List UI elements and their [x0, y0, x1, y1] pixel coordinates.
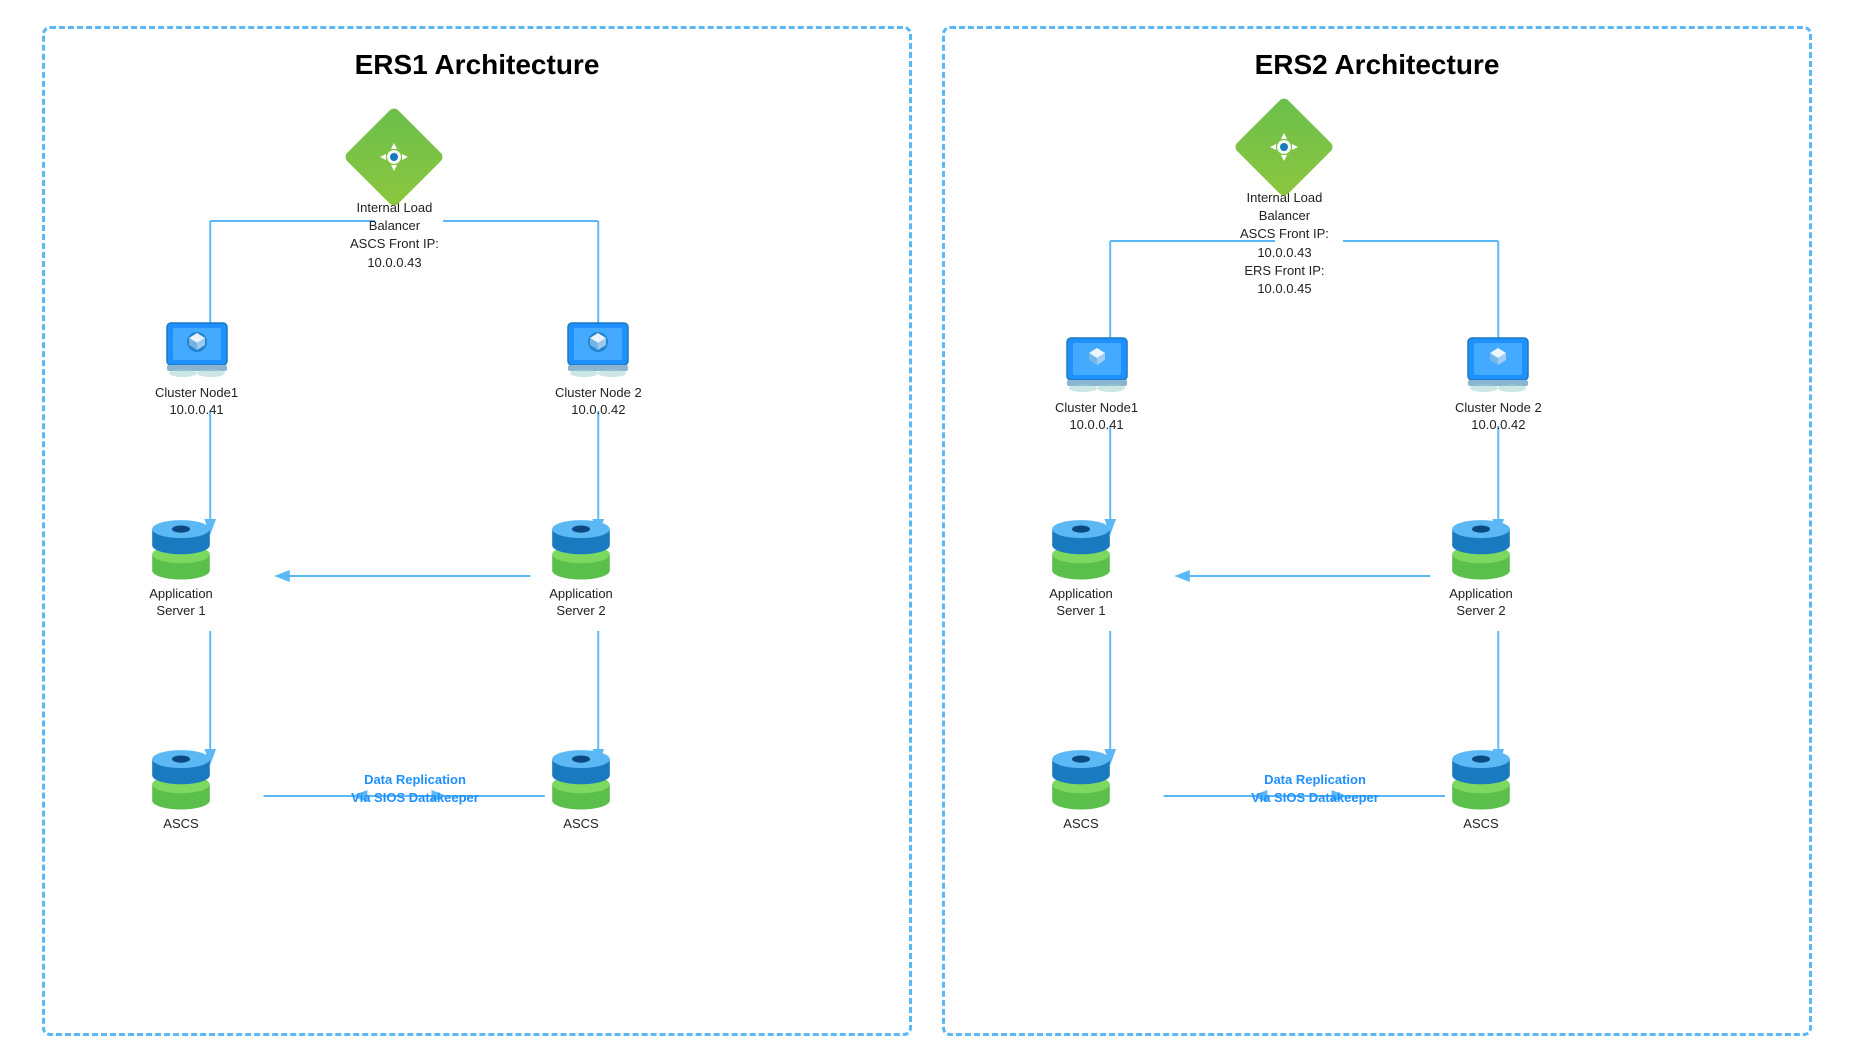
ers1-lb-label: Internal LoadBalancerASCS Front IP:10.0.…	[350, 199, 439, 272]
ers2-node2-icon	[1464, 336, 1532, 394]
ers1-ascs2-icon	[545, 746, 617, 810]
ers2-rep-text: Data ReplicationVia SIOS Datakeeper	[1251, 771, 1379, 807]
ers1-node1-icon	[163, 321, 231, 379]
ers2-ascs2: ASCS	[1445, 746, 1517, 833]
ers1-node1-label: Cluster Node110.0.0.41	[155, 385, 238, 419]
ers2-diagram: Internal LoadBalancerASCS Front IP:10.0.…	[955, 101, 1799, 1031]
ers1-ascs2: ASCS	[545, 746, 617, 833]
ers2-box: ERS2 Architecture	[942, 26, 1812, 1036]
page: ERS1 Architecture	[0, 0, 1854, 1062]
ers1-app1-label: ApplicationServer 1	[149, 586, 213, 620]
ers2-app2-label: ApplicationServer 2	[1449, 586, 1513, 620]
ers2-app2-icon	[1445, 516, 1517, 580]
ers1-title: ERS1 Architecture	[55, 49, 899, 81]
ers2-node1: Cluster Node110.0.0.41	[1055, 336, 1138, 434]
ers2-title: ERS2 Architecture	[955, 49, 1799, 81]
ers2-app1-icon	[1045, 516, 1117, 580]
ers2-lb-label: Internal LoadBalancerASCS Front IP:10.0.…	[1240, 189, 1329, 298]
ers1-node2-label: Cluster Node 210.0.0.42	[555, 385, 642, 419]
ers2-node2-label: Cluster Node 210.0.0.42	[1455, 400, 1542, 434]
ers1-ascs2-label: ASCS	[563, 816, 598, 833]
ers1-rep-text: Data ReplicationVia SIOS Datakeeper	[351, 771, 479, 807]
ers2-ascs1: ASCS	[1045, 746, 1117, 833]
ers2-node2: Cluster Node 210.0.0.42	[1455, 336, 1542, 434]
ers1-ascs1: ASCS	[145, 746, 217, 833]
ers1-ascs1-label: ASCS	[163, 816, 198, 833]
ers1-app2: ApplicationServer 2	[545, 516, 617, 620]
ers1-node2-icon	[564, 321, 632, 379]
ers2-lb: Internal LoadBalancerASCS Front IP:10.0.…	[1240, 111, 1329, 298]
ers2-node1-icon	[1063, 336, 1131, 394]
ers1-node2: Cluster Node 210.0.0.42	[555, 321, 642, 419]
ers1-app1: ApplicationServer 1	[145, 516, 217, 620]
ers2-app2: ApplicationServer 2	[1445, 516, 1517, 620]
ers1-box: ERS1 Architecture	[42, 26, 912, 1036]
ers2-node1-label: Cluster Node110.0.0.41	[1055, 400, 1138, 434]
ers2-ascs1-icon	[1045, 746, 1117, 810]
ers1-app2-icon	[545, 516, 617, 580]
ers2-ascs1-label: ASCS	[1063, 816, 1098, 833]
ers2-ascs2-label: ASCS	[1463, 816, 1498, 833]
ers2-app1: ApplicationServer 1	[1045, 516, 1117, 620]
ers1-lb-icon	[358, 121, 430, 193]
ers1-node1: Cluster Node110.0.0.41	[155, 321, 238, 419]
ers1-lb: Internal LoadBalancerASCS Front IP:10.0.…	[350, 121, 439, 272]
ers2-lb-icon	[1248, 111, 1320, 183]
ers2-replication-label: Data ReplicationVia SIOS Datakeeper	[1225, 771, 1405, 807]
ers1-ascs1-icon	[145, 746, 217, 810]
ers1-diagram: Internal LoadBalancerASCS Front IP:10.0.…	[55, 101, 899, 1031]
ers2-ascs2-icon	[1445, 746, 1517, 810]
ers1-app2-label: ApplicationServer 2	[549, 586, 613, 620]
ers2-app1-label: ApplicationServer 1	[1049, 586, 1113, 620]
ers1-app1-icon	[145, 516, 217, 580]
ers1-replication-label: Data ReplicationVia SIOS Datakeeper	[325, 771, 505, 807]
